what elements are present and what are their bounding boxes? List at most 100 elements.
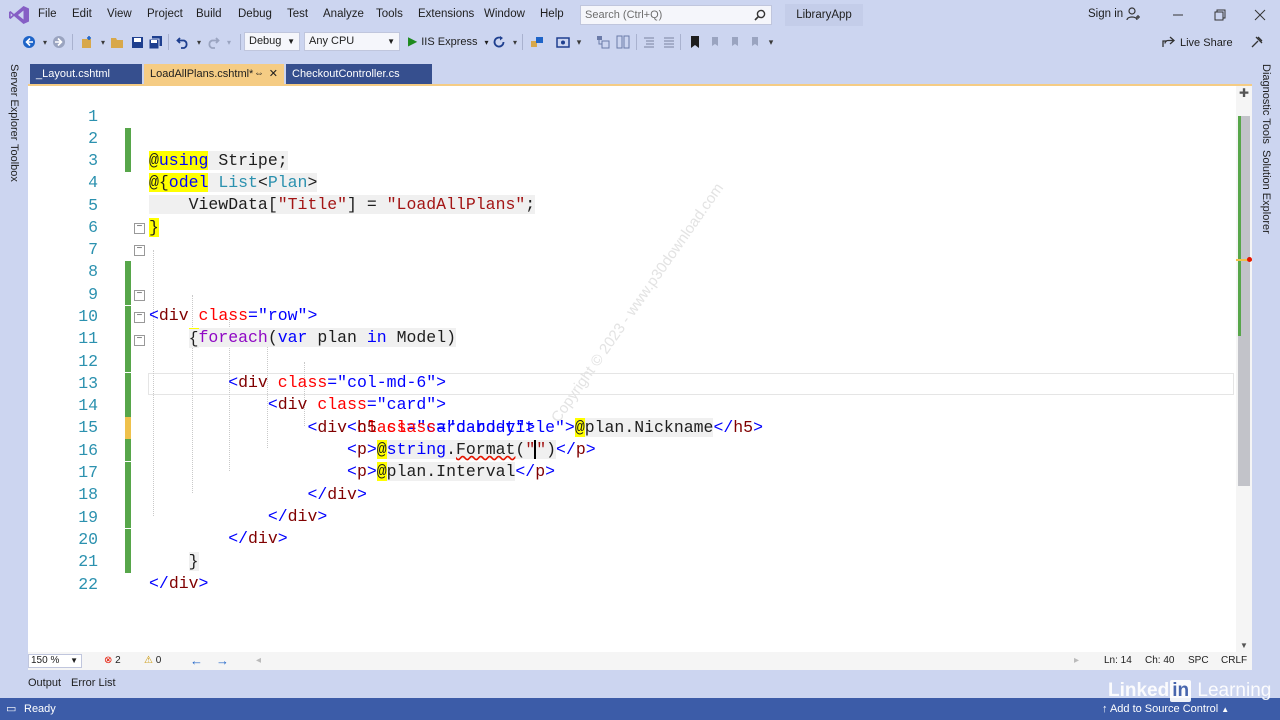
menu-view[interactable]: View (107, 8, 132, 20)
collapse-icon[interactable]: − (134, 312, 145, 323)
tab-loadallplans-cshtml[interactable]: LoadAllPlans.cshtml* ⇔ ✕ (144, 64, 284, 84)
diagnostic-tools-tab[interactable]: Diagnostic Tools (1260, 64, 1272, 144)
sign-in-link[interactable]: Sign in (1088, 8, 1123, 20)
code-editor[interactable]: 1 @using Stripe; 2 @model List<Plan> 3 @… (28, 86, 1252, 652)
close-window-icon[interactable] (1250, 5, 1270, 25)
chevron-up-icon: ▲ (1221, 705, 1230, 714)
code-line: 2 @model List<Plan> (28, 106, 1236, 192)
toolbar-separator (680, 34, 681, 50)
step-over-icon[interactable] (614, 33, 632, 51)
bottom-tool-tabs: Output Error List (0, 672, 1280, 696)
solution-name[interactable]: LibraryApp (785, 4, 863, 26)
platform-select[interactable]: Any CPU ▼ (304, 32, 400, 51)
scrollbar-change-map (1238, 116, 1241, 336)
collapse-icon[interactable]: − (134, 290, 145, 301)
code-line: 9 { (28, 262, 1236, 348)
search-input[interactable] (581, 6, 749, 24)
previous-bookmark-icon[interactable] (706, 33, 724, 51)
error-count[interactable]: ⊗ 2 (104, 655, 121, 666)
menu-analyze[interactable]: Analyze (323, 8, 364, 20)
uncomment-icon[interactable] (660, 33, 678, 51)
tab-layout-cshtml[interactable]: _Layout.cshtml (30, 64, 142, 84)
menu-project[interactable]: Project (147, 8, 183, 20)
restore-icon[interactable] (1210, 5, 1230, 25)
output-tab[interactable]: Output (28, 677, 61, 689)
screenshot-dropdown-icon[interactable]: ▾ (570, 33, 588, 51)
bookmark-icon[interactable] (686, 33, 704, 51)
live-share-button[interactable]: Live Share (1162, 36, 1233, 49)
search-box (580, 5, 772, 25)
editor-status-line: 150 % ▼ ⊗ 2 ⚠ 0 ← → ◂ ▸ Ln: 14 Ch: 40 SP… (28, 652, 1252, 670)
collapse-icon[interactable]: − (134, 335, 145, 346)
menu-test[interactable]: Test (287, 8, 308, 20)
error-list-tab[interactable]: Error List (71, 677, 116, 689)
save-icon[interactable] (128, 33, 146, 51)
forward-icon[interactable] (50, 33, 68, 51)
warning-icon: ⚠ (144, 655, 153, 666)
save-all-icon[interactable] (146, 33, 164, 51)
code-line: 22 (28, 552, 1236, 594)
menu-help[interactable]: Help (540, 8, 564, 20)
vertical-scrollbar[interactable]: ✚ ▼ (1236, 86, 1252, 652)
toolbar-separator (636, 34, 637, 50)
code-line: 13 <h5 class="card-title">@plan.Nickname… (28, 351, 1236, 437)
close-tab-icon[interactable]: ✕ (269, 64, 278, 84)
zoom-select[interactable]: 150 % ▼ (28, 654, 82, 668)
redo-dropdown-icon[interactable]: ▾ (220, 33, 238, 51)
menu-build[interactable]: Build (196, 8, 222, 20)
server-explorer-tab[interactable]: Server Explorer (8, 64, 20, 140)
toolbar-overflow-icon[interactable]: ▾ (762, 33, 780, 51)
search-icon[interactable] (754, 9, 766, 21)
person-icon[interactable] (1126, 7, 1140, 21)
open-folder-icon[interactable] (108, 33, 126, 51)
code-line: 16 </div> (28, 418, 1236, 504)
add-to-source-control-button[interactable]: ↑ Add to Source Control ▲ (1102, 703, 1229, 715)
toolbar-separator (72, 34, 73, 50)
next-bookmark-icon[interactable] (726, 33, 744, 51)
code-line: 8 − @foreach(var plan in Model) (28, 239, 1236, 347)
minimize-icon[interactable] (1168, 5, 1188, 25)
whitespace-mode[interactable]: SPC (1188, 655, 1209, 666)
line-indicator: Ln: 14 (1104, 655, 1132, 666)
scroll-down-icon[interactable]: ▼ (1240, 641, 1248, 650)
tab-checkoutcontroller-cs[interactable]: CheckoutController.cs (286, 64, 432, 84)
line-ending[interactable]: CRLF (1221, 655, 1247, 666)
code-text: </div> (149, 574, 209, 593)
warning-count[interactable]: ⚠ 0 (144, 655, 161, 666)
step-into-icon[interactable] (594, 33, 612, 51)
feedback-icon[interactable] (1248, 33, 1266, 51)
navigate-back-icon[interactable]: ← (190, 653, 203, 668)
configuration-select[interactable]: Debug ▼ (244, 32, 300, 51)
pin-icon[interactable]: ⇔ (254, 64, 264, 84)
collapse-icon[interactable]: − (134, 223, 145, 234)
code-line: 20 </div> (28, 507, 1236, 593)
split-icon[interactable]: ✚ (1239, 86, 1249, 100)
line-number: 22 (78, 575, 98, 594)
code-line: 21 (28, 529, 1236, 571)
solution-explorer-tab[interactable]: Solution Explorer (1260, 150, 1272, 234)
browser-link-icon[interactable] (528, 33, 546, 51)
menu-file[interactable]: File (38, 8, 57, 20)
toolbar-separator (522, 34, 523, 50)
collapse-icon[interactable]: − (134, 245, 145, 256)
column-indicator: Ch: 40 (1145, 655, 1175, 666)
comment-icon[interactable] (640, 33, 658, 51)
run-button[interactable]: ▶ IIS Express ▾ (408, 34, 489, 48)
code-line: 18 </div> (28, 462, 1236, 548)
menu-edit[interactable]: Edit (72, 8, 92, 20)
menu-tools[interactable]: Tools (376, 8, 403, 20)
menu-extensions[interactable]: Extensions (418, 8, 474, 20)
document-tabs: _Layout.cshtml LoadAllPlans.cshtml* ⇔ ✕ … (28, 64, 1252, 84)
hscroll-right-icon[interactable]: ▸ (1074, 655, 1079, 666)
code-area[interactable]: 1 @using Stripe; 2 @model List<Plan> 3 @… (28, 86, 1236, 652)
menu-bar: File Edit View Project Build Debug Test … (0, 0, 1280, 30)
code-line: 3 @{ (28, 128, 1236, 192)
code-line: 4 ViewData["Title"] = "LoadAllPlans"; (28, 150, 1236, 214)
menu-debug[interactable]: Debug (238, 8, 272, 20)
hscroll-left-icon[interactable]: ◂ (256, 655, 261, 666)
menu-window[interactable]: Window (484, 8, 525, 20)
code-line: 1 @using Stripe; (28, 84, 1236, 170)
toolbox-tab[interactable]: Toolbox (8, 144, 20, 182)
toolbar: ▾ ▾ ▾ ▾ Debug ▼ Any CPU ▼ ▶ IIS Express ▾… (0, 30, 1280, 54)
navigate-forward-icon[interactable]: → (216, 653, 229, 668)
